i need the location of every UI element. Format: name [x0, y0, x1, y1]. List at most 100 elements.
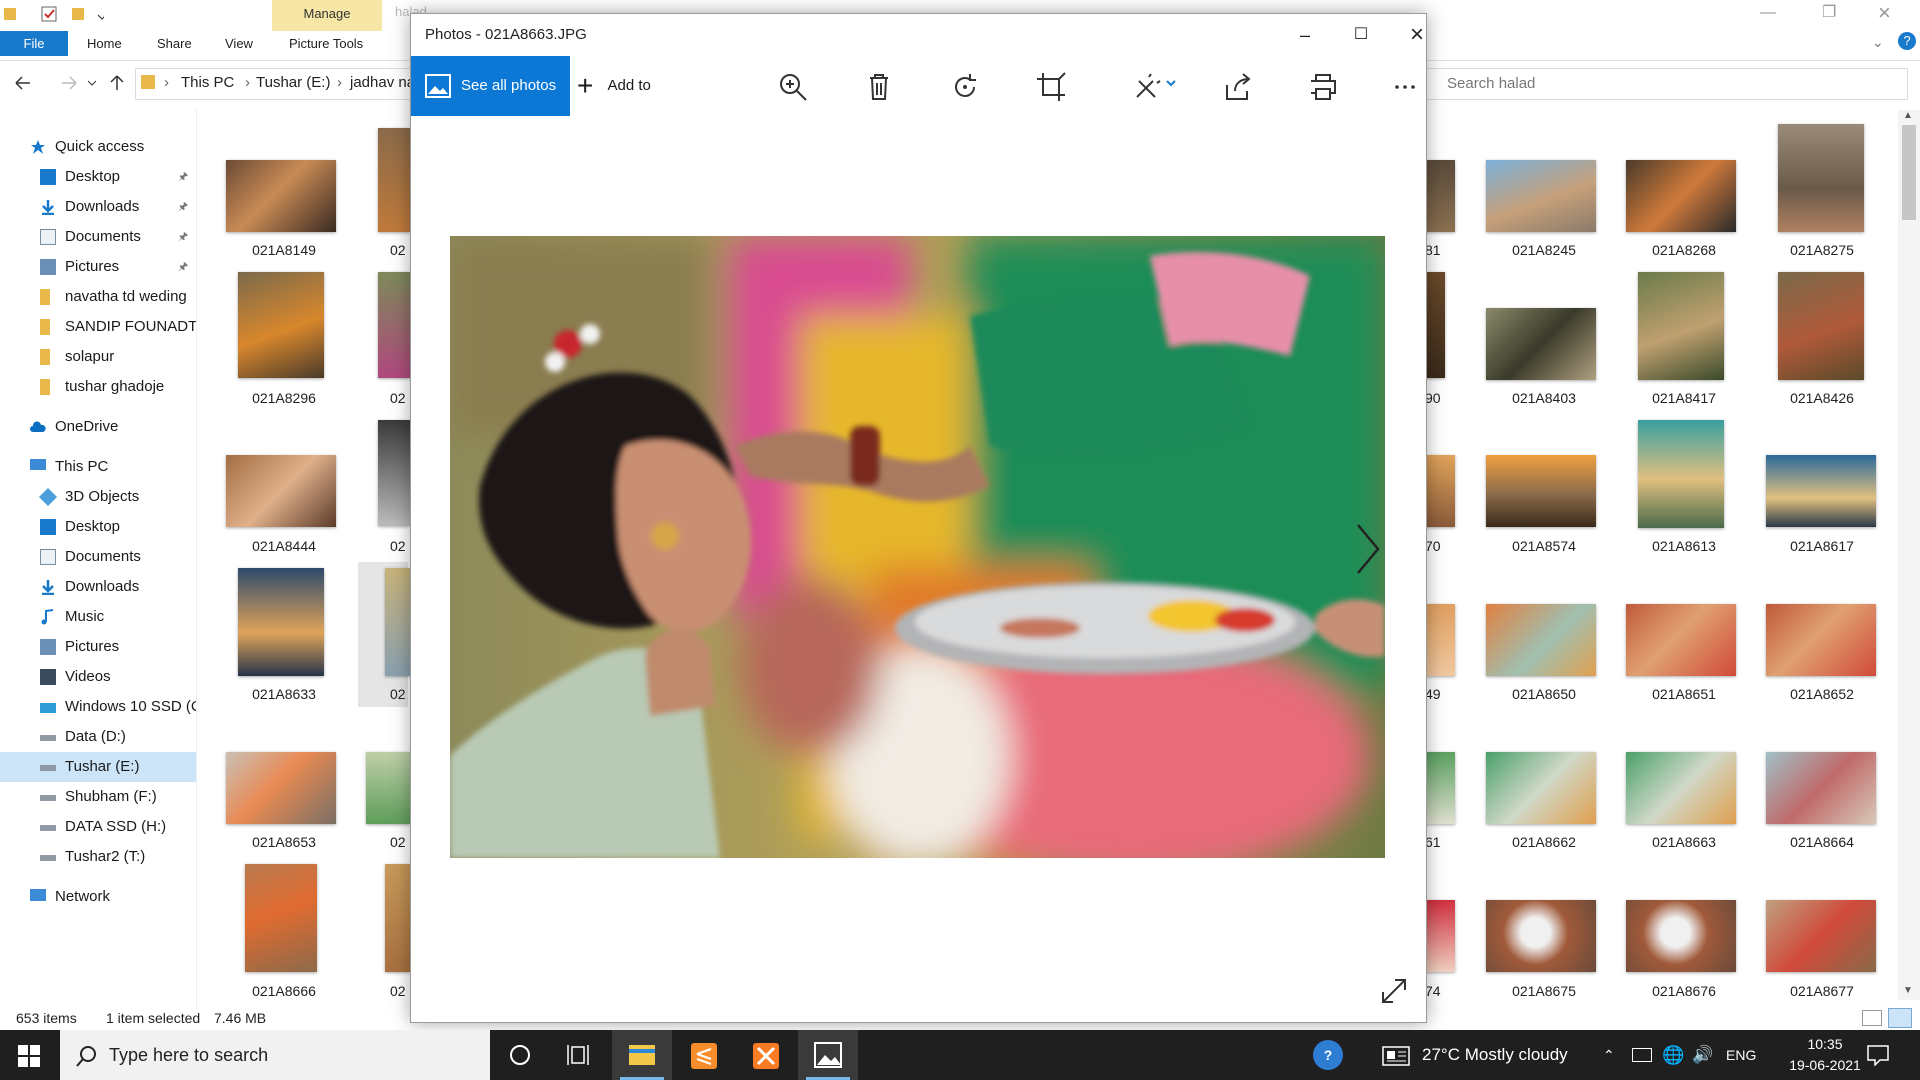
- thumbnail-image[interactable]: [1626, 752, 1736, 824]
- thumbnail-image[interactable]: [1425, 272, 1445, 378]
- nav-music[interactable]: Music: [0, 602, 196, 632]
- crumb-jadhav[interactable]: jadhav na: [350, 72, 415, 94]
- thumbnail-image[interactable]: [238, 272, 324, 378]
- file-label[interactable]: 021A8664: [1752, 834, 1892, 850]
- thumbnail-image[interactable]: [1486, 752, 1596, 824]
- weather-news-icon[interactable]: [1382, 1045, 1412, 1067]
- file-label[interactable]: 021A8666: [214, 983, 354, 999]
- thumbnail-image[interactable]: [1486, 455, 1596, 527]
- edit-enhance-icon[interactable]: [1129, 69, 1179, 105]
- nav-qa-navatha[interactable]: navatha td weding: [0, 282, 196, 312]
- file-label[interactable]: 021A8296: [214, 390, 354, 406]
- file-label[interactable]: 61: [1425, 834, 1445, 850]
- file-label[interactable]: 021A8662: [1474, 834, 1614, 850]
- file-label[interactable]: 021A8676: [1614, 983, 1754, 999]
- nav-drive-c[interactable]: Windows 10 SSD (C: [0, 692, 196, 722]
- thumbnail-image[interactable]: [1626, 604, 1736, 676]
- nav-documents[interactable]: Documents: [0, 542, 196, 572]
- file-label[interactable]: 021A8426: [1752, 390, 1892, 406]
- nav-drive-f[interactable]: Shubham (F:): [0, 782, 196, 812]
- share-icon[interactable]: [1219, 69, 1255, 105]
- file-explorer-taskbar-icon[interactable]: [612, 1030, 672, 1080]
- nav-quick-access[interactable]: Quick access: [0, 132, 196, 162]
- nav-qa-documents[interactable]: Documents 🖈: [0, 222, 196, 252]
- manage-tab[interactable]: Manage: [272, 0, 382, 31]
- quick-access-toolbar[interactable]: [4, 6, 104, 24]
- windows-start-icon[interactable]: [18, 1045, 40, 1067]
- file-label[interactable]: 021A8613: [1614, 538, 1754, 554]
- nav-network[interactable]: Network: [0, 882, 196, 912]
- battery-icon[interactable]: [1632, 1048, 1652, 1062]
- nav-qa-tushar-ghadoje[interactable]: tushar ghadoje: [0, 372, 196, 402]
- thumbnail-image[interactable]: [1638, 272, 1724, 380]
- fullscreen-expand-icon[interactable]: [1379, 976, 1409, 1006]
- nav-drive-t[interactable]: Tushar2 (T:): [0, 842, 196, 872]
- thumbnail-image[interactable]: [1425, 604, 1455, 676]
- thumbnail-image[interactable]: [366, 752, 410, 824]
- file-label[interactable]: 021A8652: [1752, 686, 1892, 702]
- tab-home[interactable]: Home: [87, 31, 122, 56]
- file-label[interactable]: 49: [1425, 686, 1445, 702]
- cortana-icon[interactable]: [490, 1030, 550, 1080]
- file-label[interactable]: 021A8275: [1752, 242, 1892, 258]
- file-label[interactable]: 02: [390, 686, 410, 702]
- print-icon[interactable]: [1305, 69, 1341, 105]
- thumbnail-image[interactable]: [378, 420, 410, 526]
- nav-onedrive[interactable]: OneDrive: [0, 412, 196, 442]
- volume-icon[interactable]: 🔊: [1692, 1030, 1713, 1080]
- add-to-button[interactable]: + Add to: [577, 56, 651, 116]
- large-icons-view-icon[interactable]: [1888, 1008, 1912, 1028]
- crumb-this-pc[interactable]: This PC: [181, 72, 234, 94]
- file-label[interactable]: 021A8444: [214, 538, 354, 554]
- file-label[interactable]: 021A8268: [1614, 242, 1754, 258]
- file-label[interactable]: 021A8675: [1474, 983, 1614, 999]
- nav-drive-d[interactable]: Data (D:): [0, 722, 196, 752]
- thumbnail-image[interactable]: [385, 864, 410, 972]
- thumbnail-image[interactable]: [245, 864, 317, 972]
- photos-maximize-button[interactable]: ☐: [1338, 14, 1384, 56]
- help-icon[interactable]: ?: [1898, 32, 1916, 50]
- thumbnail-image[interactable]: [226, 455, 336, 527]
- file-label[interactable]: 02: [390, 834, 410, 850]
- rotate-icon[interactable]: [947, 69, 983, 105]
- file-label[interactable]: 021A8574: [1474, 538, 1614, 554]
- file-label[interactable]: 02: [390, 242, 410, 258]
- network-globe-icon[interactable]: 🌐: [1662, 1030, 1684, 1080]
- nav-3d-objects[interactable]: 3D Objects: [0, 482, 196, 512]
- explorer-maximize-button[interactable]: ❐: [1822, 2, 1836, 22]
- scroll-down-icon[interactable]: ▼: [1903, 985, 1913, 996]
- photos-taskbar-icon[interactable]: [798, 1030, 858, 1080]
- explorer-minimize-button[interactable]: —: [1760, 4, 1776, 22]
- file-label[interactable]: 90: [1425, 390, 1445, 406]
- file-label[interactable]: 02: [390, 538, 410, 554]
- show-hidden-icons-icon[interactable]: ⌃: [1603, 1030, 1615, 1080]
- tab-picture-tools[interactable]: Picture Tools: [289, 31, 363, 56]
- delete-icon[interactable]: [861, 69, 897, 105]
- thumbnail-image[interactable]: [385, 568, 410, 676]
- photos-minimize-button[interactable]: –: [1282, 14, 1328, 56]
- file-label[interactable]: 021A8403: [1474, 390, 1614, 406]
- details-view-icon[interactable]: [1862, 1010, 1882, 1026]
- ribbon-expand-icon[interactable]: ⌄: [1872, 34, 1884, 51]
- xampp-icon[interactable]: [736, 1030, 796, 1080]
- thumbnail-image[interactable]: [1766, 900, 1876, 972]
- nav-qa-sandip[interactable]: SANDIP FOUNADTI(: [0, 312, 196, 342]
- file-label[interactable]: 81: [1425, 242, 1445, 258]
- thumbnail-image[interactable]: [1626, 160, 1736, 232]
- thumbnail-image[interactable]: [1766, 455, 1876, 527]
- nav-drive-h[interactable]: DATA SSD (H:): [0, 812, 196, 842]
- file-label[interactable]: 021A8653: [214, 834, 354, 850]
- file-label[interactable]: 021A8245: [1474, 242, 1614, 258]
- see-all-photos-button[interactable]: See all photos: [411, 56, 570, 116]
- thumbnail-image[interactable]: [1778, 272, 1864, 380]
- file-label[interactable]: 74: [1425, 983, 1445, 999]
- thumbnail-image[interactable]: [1778, 124, 1864, 232]
- task-view-icon[interactable]: [550, 1030, 610, 1080]
- thumbnail-image[interactable]: [1425, 160, 1455, 232]
- crumb-tushar[interactable]: Tushar (E:): [256, 72, 330, 94]
- thumbnail-image[interactable]: [1486, 900, 1596, 972]
- tab-file[interactable]: File: [0, 31, 68, 56]
- file-label[interactable]: 021A8651: [1614, 686, 1754, 702]
- crop-icon[interactable]: [1033, 69, 1069, 105]
- notifications-icon[interactable]: [1866, 1044, 1890, 1066]
